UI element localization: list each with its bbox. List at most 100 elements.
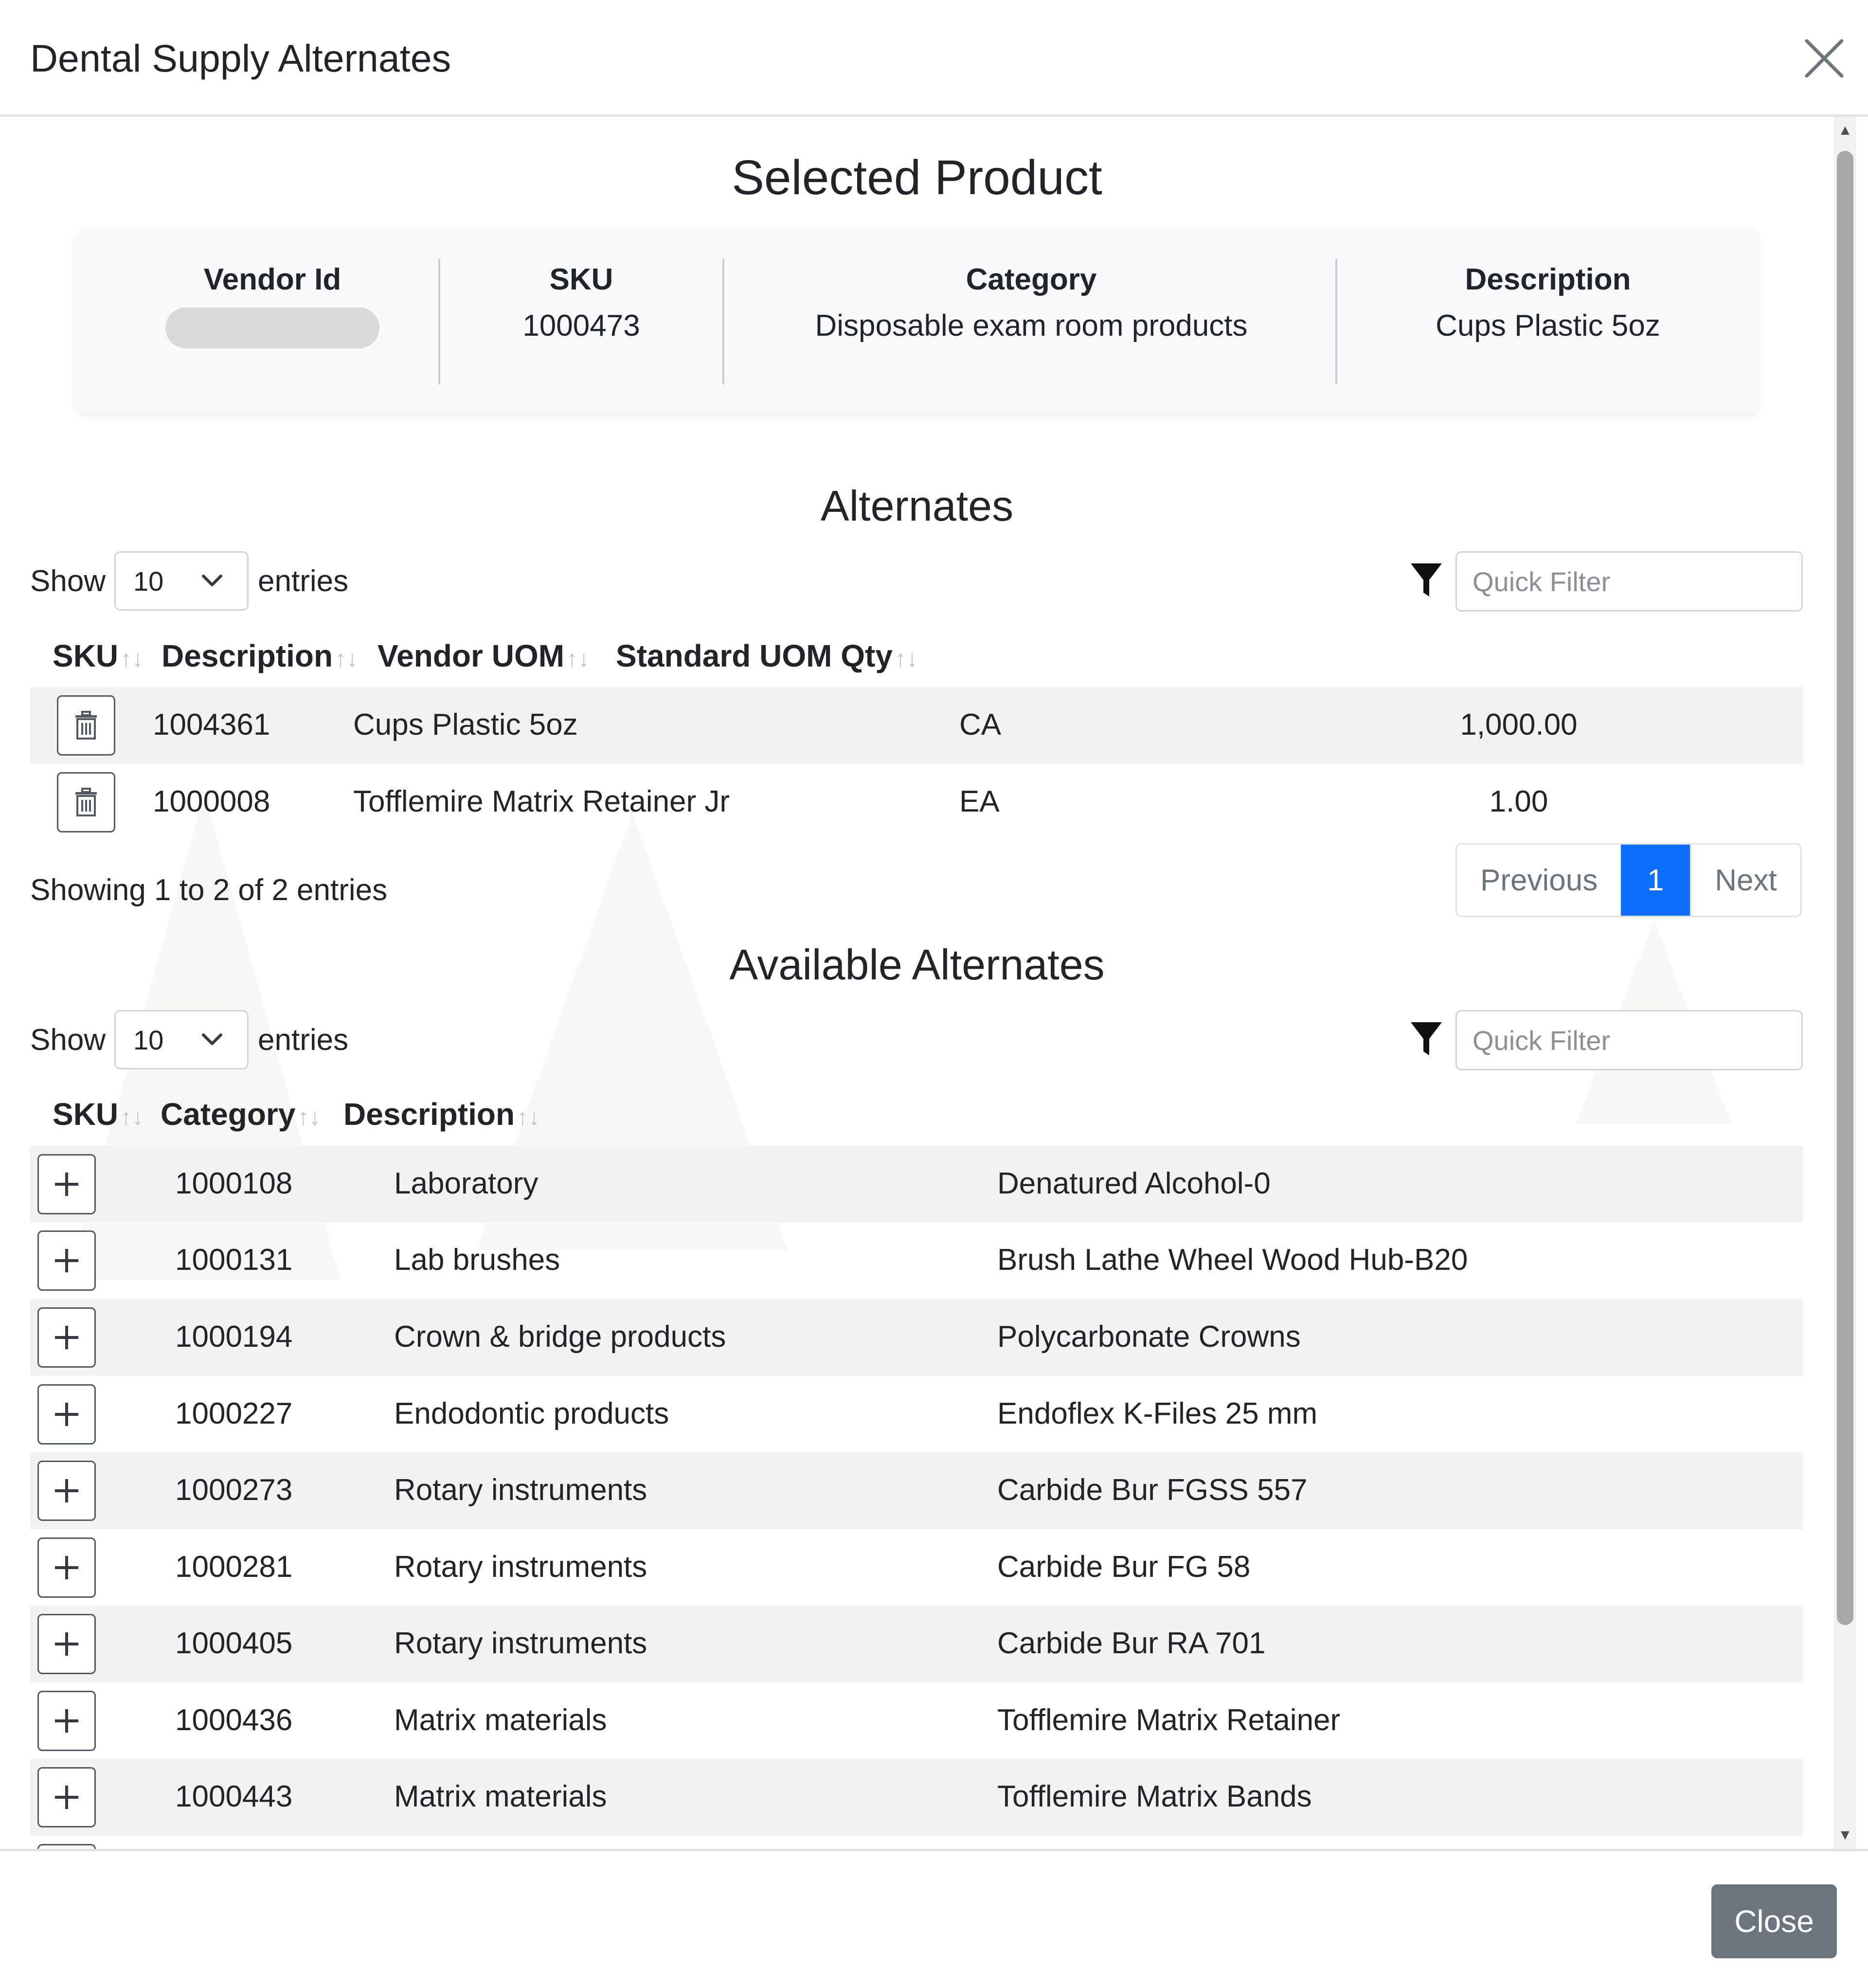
table-info: Showing 1 to 2 of 2 entries	[30, 873, 388, 907]
page-size-value: 10	[133, 1025, 164, 1055]
table-row: 1000008 Tofflemire Matrix Retainer Jr EA…	[30, 764, 1803, 841]
entries-label: entries	[258, 1023, 349, 1057]
add-button[interactable]	[37, 1537, 96, 1598]
cell-sku: 1000227	[175, 1397, 293, 1430]
modal-header: Dental Supply Alternates	[0, 0, 1868, 117]
sort-icon: ↑↓	[335, 646, 359, 672]
cell-sku: 1000281	[175, 1550, 293, 1584]
plus-icon	[55, 1249, 78, 1272]
cell-sku: 1000443	[175, 1780, 293, 1813]
cell-sku: 1000436	[175, 1703, 293, 1737]
modal-footer: Close	[0, 1849, 1868, 1988]
close-button[interactable]: Close	[1711, 1884, 1837, 1958]
cell-category: Crown & bridge products	[394, 1320, 726, 1354]
modal-title: Dental Supply Alternates	[30, 36, 451, 80]
alternates-heading: Alternates	[820, 482, 1014, 530]
cell-sku: 1000194	[175, 1320, 293, 1354]
delete-button[interactable]	[57, 772, 115, 832]
table-row: 1000131 Lab brushes Brush Lathe Wheel Wo…	[30, 1222, 1803, 1299]
column-header-standard-uom-qty[interactable]: Standard UOM Qty↑↓	[616, 636, 918, 679]
close-icon[interactable]	[1800, 34, 1849, 83]
add-button[interactable]	[37, 1691, 96, 1751]
table-row: 1000194 Crown & bridge products Polycarb…	[30, 1299, 1803, 1376]
scroll-thumb[interactable]	[1837, 151, 1853, 1625]
table-row: 1000273 Rotary instruments Carbide Bur F…	[30, 1452, 1803, 1529]
column-header-category[interactable]: Category↑↓	[161, 1095, 321, 1137]
delete-button[interactable]	[57, 695, 115, 756]
column-header-sku[interactable]: SKU↑↓	[53, 636, 144, 679]
vertical-scrollbar[interactable]: ▲ ▼	[1834, 117, 1856, 1849]
add-button[interactable]	[37, 1154, 96, 1214]
sku-value: 1000473	[522, 309, 640, 343]
sort-icon: ↑↓	[120, 1104, 144, 1130]
available-alternates-quick-filter[interactable]	[1455, 1010, 1803, 1070]
sort-icon: ↑↓	[894, 646, 918, 672]
cell-sku: 1000108	[175, 1167, 293, 1200]
cell-description: Carbide Bur FG 58	[997, 1550, 1251, 1584]
filter-icon	[1411, 563, 1442, 596]
vendor-id-value	[75, 302, 469, 363]
cell-sku: 1000273	[175, 1473, 293, 1507]
scroll-up-arrow[interactable]: ▲	[1834, 117, 1856, 144]
entries-label: entries	[258, 564, 349, 598]
chevron-down-icon	[202, 1033, 222, 1045]
description-value: Cups Plastic 5oz	[1436, 309, 1660, 343]
cell-sku: 1000405	[175, 1627, 293, 1660]
column-header-vendor-uom[interactable]: Vendor UOM↑↓	[377, 636, 590, 679]
sku-label: SKU	[549, 263, 613, 296]
redacted-vendor-id	[165, 307, 379, 348]
page-1-button[interactable]: 1	[1621, 845, 1690, 916]
cell-category: Lab brushes	[394, 1243, 560, 1277]
sort-icon: ↑↓	[517, 1104, 540, 1130]
cell-category: Endodontic products	[394, 1397, 669, 1430]
sort-icon: ↑↓	[566, 646, 590, 672]
cell-category: Laboratory	[394, 1167, 539, 1200]
page-size-select[interactable]: 10	[114, 1010, 249, 1069]
category-value: Disposable exam room products	[815, 309, 1248, 343]
pagination: Previous 1 Next	[1455, 843, 1802, 917]
alternates-quick-filter[interactable]	[1455, 551, 1803, 612]
plus-icon	[55, 1786, 78, 1809]
vendor-id-column: Vendor Id	[75, 258, 469, 363]
selected-product-card: Vendor Id SKU 1000473 Category Disposabl…	[75, 229, 1759, 414]
table-row: 1004361 Cups Plastic 5oz CA 1,000.00	[30, 687, 1803, 764]
vendor-id-label: Vendor Id	[203, 263, 341, 296]
cell-description: Carbide Bur FGSS 557	[997, 1473, 1308, 1507]
cell-description: Tofflemire Matrix Retainer	[997, 1703, 1341, 1737]
trash-icon	[75, 711, 97, 740]
scroll-down-arrow[interactable]: ▼	[1834, 1822, 1856, 1849]
add-button[interactable]	[37, 1384, 96, 1445]
available-alternates-heading: Available Alternates	[729, 940, 1105, 989]
plus-icon	[55, 1556, 78, 1579]
column-header-description[interactable]: Description↑↓	[343, 1095, 540, 1137]
selected-product-heading: Selected Product	[732, 150, 1102, 205]
add-button[interactable]	[37, 1844, 96, 1849]
cell-category: Rotary instruments	[394, 1627, 647, 1660]
column-header-sku[interactable]: SKU↑↓	[53, 1095, 144, 1137]
table-row: 1000227 Endodontic products Endoflex K-F…	[30, 1376, 1803, 1453]
trash-icon	[75, 788, 97, 816]
add-button[interactable]	[37, 1461, 96, 1521]
add-button[interactable]	[37, 1767, 96, 1827]
plus-icon	[55, 1709, 78, 1733]
filter-icon	[1411, 1022, 1442, 1055]
show-label: Show	[30, 564, 106, 598]
add-button[interactable]	[37, 1307, 96, 1368]
category-column: Category Disposable exam room products	[724, 258, 1338, 350]
modal-body: Selected Product Vendor Id SKU 1000473 C…	[0, 117, 1868, 1849]
previous-page-button[interactable]: Previous	[1457, 845, 1621, 916]
table-row: 1000443 Matrix materials Tofflemire Matr…	[30, 1759, 1803, 1836]
page-size-select[interactable]: 10	[114, 551, 249, 611]
next-page-button[interactable]: Next	[1690, 845, 1800, 916]
cell-sku: 1004361	[153, 708, 270, 741]
cell-category: Matrix materials	[394, 1703, 607, 1737]
plus-icon	[55, 1403, 78, 1426]
add-button[interactable]	[37, 1230, 96, 1291]
add-button[interactable]	[37, 1614, 96, 1674]
cell-vendor-uom: EA	[959, 785, 1000, 818]
sort-icon: ↑↓	[297, 1104, 321, 1130]
column-header-description[interactable]: Description↑↓	[162, 636, 358, 679]
sku-column: SKU 1000473	[440, 258, 722, 350]
cell-description: Denatured Alcohol-0	[997, 1167, 1271, 1200]
table-row: 1000108 Laboratory Denatured Alcohol-0	[30, 1146, 1803, 1223]
